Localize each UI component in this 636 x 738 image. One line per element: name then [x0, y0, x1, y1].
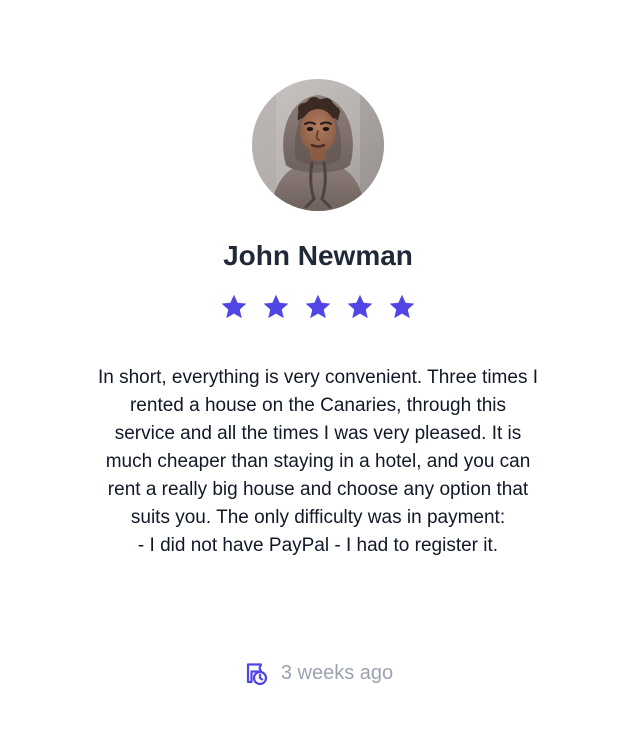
rating-stars	[0, 292, 636, 322]
review-meta: 3 weeks ago	[0, 660, 636, 686]
star-icon	[345, 292, 375, 322]
star-icon	[261, 292, 291, 322]
star-icon	[387, 292, 417, 322]
calendar-clock-icon	[243, 660, 269, 686]
star-icon	[303, 292, 333, 322]
avatar	[252, 79, 384, 211]
time-ago: 3 weeks ago	[280, 661, 394, 684]
reviewer-name: John Newman	[223, 240, 413, 271]
review-text: In short, everything is very convenient.…	[97, 367, 538, 556]
review-card: John Newman In short, everything is very…	[0, 0, 636, 738]
star-icon	[219, 292, 249, 322]
